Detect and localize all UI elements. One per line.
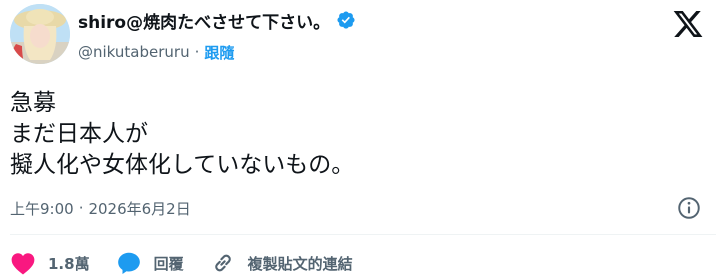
avatar-image <box>10 4 70 64</box>
author-handle-row: @nikutaberuru · 跟隨 <box>78 41 234 63</box>
timestamp-separator: · <box>78 199 84 217</box>
follow-button[interactable]: 跟隨 <box>204 42 234 63</box>
tweet-text: 急募 まだ日本人が 擬人化や女体化していないもの。 <box>10 88 354 181</box>
tweet-date: 2026年6月2日 <box>88 199 191 218</box>
heart-icon <box>11 253 35 275</box>
handle-separator: · <box>194 43 200 61</box>
x-logo-icon[interactable] <box>672 8 704 40</box>
reply-button[interactable]: 回覆 <box>116 250 184 276</box>
tweet-time: 上午9:00 <box>10 199 74 218</box>
verified-badge-icon <box>336 10 356 30</box>
author-name-row: shiro@焼肉たべさせて下さい。 <box>78 8 356 33</box>
tweet-timestamp[interactable]: 上午9:00 · 2026年6月2日 <box>10 196 191 220</box>
copy-link-button[interactable]: 複製貼文的連結 <box>210 250 353 276</box>
reply-label: 回覆 <box>153 254 184 273</box>
like-button[interactable]: 1.8萬 <box>10 251 90 275</box>
author-avatar[interactable] <box>10 4 70 64</box>
link-icon <box>214 254 231 272</box>
like-count: 1.8萬 <box>48 254 90 273</box>
tweet-card: shiro@焼肉たべさせて下さい。 @nikutaberuru · 跟隨 急募 … <box>0 0 726 280</box>
reply-icon <box>117 252 140 274</box>
tweet-line: 急募 <box>10 90 56 116</box>
tweet-line: 擬人化や女体化していないもの。 <box>10 152 355 178</box>
tweet-line: まだ日本人が <box>10 121 148 147</box>
author-display-name[interactable]: shiro@焼肉たべさせて下さい。 <box>78 8 330 33</box>
divider <box>10 234 716 235</box>
copy-link-label: 複製貼文的連結 <box>247 254 353 273</box>
tweet-actions: 1.8萬 回覆 複製貼文的連結 <box>10 248 379 278</box>
info-icon[interactable] <box>676 195 702 221</box>
author-handle[interactable]: @nikutaberuru <box>78 43 190 61</box>
